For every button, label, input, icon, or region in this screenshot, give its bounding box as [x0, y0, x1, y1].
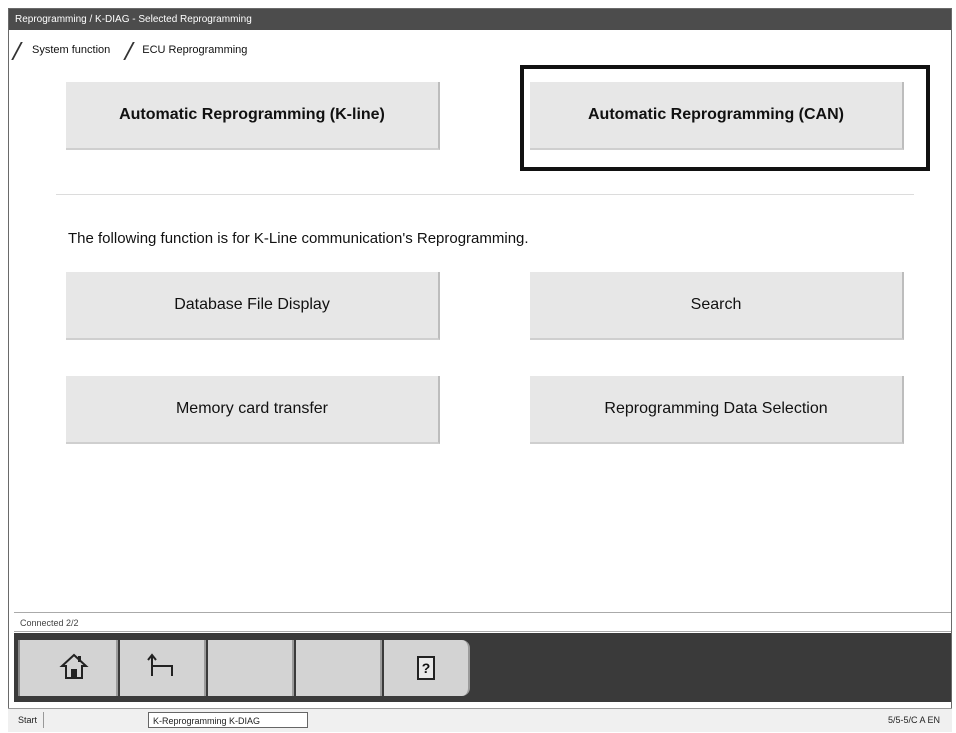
breadcrumb-item-system-function[interactable]: System function: [14, 40, 124, 60]
reprogramming-data-selection-button[interactable]: Reprogramming Data Selection: [530, 376, 904, 444]
divider: [56, 194, 914, 195]
memory-card-transfer-button[interactable]: Memory card transfer: [66, 376, 440, 444]
system-tray: 5/5-5/C A EN: [887, 715, 940, 725]
home-icon: [59, 651, 89, 686]
back-button[interactable]: [120, 640, 206, 696]
toolbar-empty-slot-1: [208, 640, 294, 696]
search-button[interactable]: Search: [530, 272, 904, 340]
breadcrumb: System function ECU Reprogramming: [14, 40, 261, 60]
toolbar-empty-slot-2: [296, 640, 382, 696]
back-icon: [146, 652, 178, 685]
instruction-text: The following function is for K-Line com…: [68, 230, 529, 247]
toolbar-left-cap: [18, 640, 32, 696]
start-button[interactable]: Start: [12, 712, 45, 728]
status-line: Connected 2/2: [14, 612, 951, 632]
breadcrumb-item-ecu-reprogramming[interactable]: ECU Reprogramming: [124, 40, 261, 60]
home-button[interactable]: [32, 640, 118, 696]
selection-highlight: [520, 65, 930, 171]
window-title: Reprogramming / K-DIAG - Selected Reprog…: [9, 9, 951, 30]
help-icon: ?: [417, 656, 435, 680]
taskbar: Start K-Reprogramming K-DIAG 5/5-5/C A E…: [8, 708, 952, 732]
automatic-reprogramming-kline-button[interactable]: Automatic Reprogramming (K-line): [66, 82, 440, 150]
taskbar-app-item[interactable]: K-Reprogramming K-DIAG: [148, 712, 308, 728]
help-button[interactable]: ?: [384, 640, 470, 696]
database-file-display-button[interactable]: Database File Display: [66, 272, 440, 340]
